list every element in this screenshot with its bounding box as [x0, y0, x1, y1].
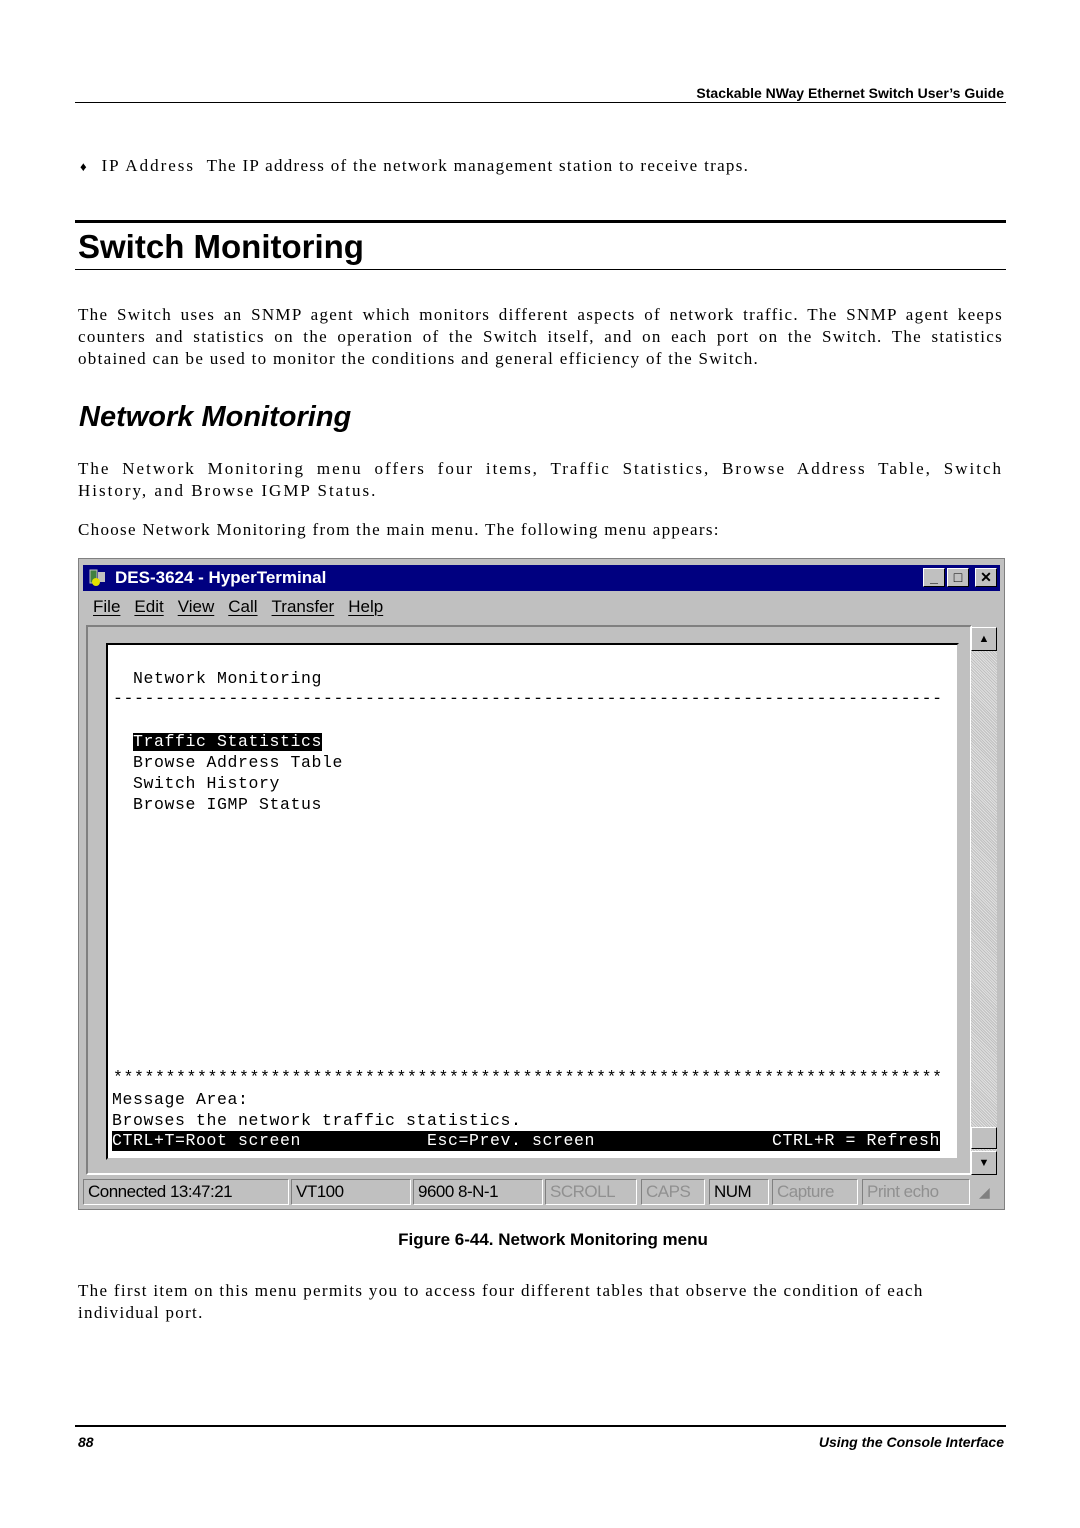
- menu-transfer[interactable]: Transfer: [272, 597, 335, 616]
- minimize-button[interactable]: _: [923, 568, 945, 587]
- status-print-echo: Print echo: [862, 1179, 970, 1205]
- maximize-button[interactable]: □: [947, 568, 969, 587]
- status-connected: Connected 13:47:21: [83, 1179, 289, 1205]
- window-title: DES-3624 - HyperTerminal: [115, 568, 327, 587]
- footer-title: Using the Console Interface: [818, 1434, 1004, 1450]
- closing-paragraph: The first item on this menu permits you …: [78, 1281, 924, 1322]
- terminal-heading: Network Monitoring: [133, 669, 323, 688]
- root-screen-hint: CTRL+T=Root screen: [112, 1131, 302, 1150]
- document-page: Stackable NWay Ethernet Switch User’s Gu…: [0, 0, 1080, 1528]
- terminal-frame: Network Monitoring ---------------------…: [86, 625, 972, 1175]
- footer-rule: [75, 1425, 1006, 1427]
- menu-item-traffic-statistics[interactable]: Traffic Statistics: [133, 733, 323, 751]
- menu-item-browse-igmp-status[interactable]: Browse IGMP Status: [133, 796, 322, 814]
- status-scroll: SCROLL: [545, 1179, 637, 1205]
- terminal-screen[interactable]: Network Monitoring ---------------------…: [106, 643, 959, 1160]
- hyperterminal-window: DES-3624 - HyperTerminal _ □ ✕ File Edit V…: [78, 558, 1005, 1210]
- subsection-paragraph-2: Choose Network Monitoring from the main …: [78, 520, 720, 539]
- menu-help[interactable]: Help: [348, 597, 383, 616]
- subsection-paragraph-1: The Network Monitoring menu offers four …: [78, 459, 1003, 500]
- menu-view[interactable]: View: [178, 597, 215, 616]
- message-text: Browses the network traffic statistics.: [112, 1111, 522, 1130]
- diamond-bullet-icon: ♦: [80, 159, 88, 174]
- scroll-up-arrow-icon[interactable]: ▲: [971, 627, 997, 651]
- subsection-title: Network Monitoring: [79, 401, 352, 433]
- menu-bar: File Edit View Call Transfer Help: [93, 597, 397, 617]
- section-title: Switch Monitoring: [78, 228, 364, 265]
- menu-edit[interactable]: Edit: [134, 597, 163, 616]
- bullet-term: IP Address: [101, 156, 196, 175]
- terminal-dashes: ----------------------------------------…: [113, 689, 943, 708]
- running-header: Stackable NWay Ethernet Switch User’s Gu…: [696, 85, 1004, 101]
- section-rule: [75, 220, 1006, 223]
- resize-grip-icon[interactable]: ◢: [979, 1185, 990, 1202]
- scroll-down-arrow-icon[interactable]: ▼: [971, 1151, 997, 1175]
- menu-item-switch-history[interactable]: Switch History: [133, 775, 280, 793]
- hyperterminal-app-icon: [88, 568, 108, 587]
- menu-call[interactable]: Call: [228, 597, 257, 616]
- message-area-label: Message Area:: [112, 1090, 249, 1109]
- status-capture: Capture: [772, 1179, 858, 1205]
- terminal-stars: ****************************************…: [113, 1068, 943, 1087]
- page-number: 88: [78, 1434, 94, 1450]
- section-title-rule: [75, 269, 1006, 270]
- bullet-text: The IP address of the network management…: [206, 156, 750, 175]
- menu-file[interactable]: File: [93, 597, 120, 616]
- status-num: NUM: [709, 1179, 769, 1205]
- terminal-footer-bar: CTRL+T=Root screen Esc=Prev. screen CTRL…: [112, 1131, 940, 1151]
- close-button[interactable]: ✕: [975, 568, 997, 587]
- status-caps: CAPS: [641, 1179, 705, 1205]
- figure-caption: Figure 6-44. Network Monitoring menu: [398, 1230, 708, 1249]
- refresh-hint: CTRL+R = Refresh: [771, 1131, 940, 1150]
- prev-screen-hint: Esc=Prev. screen: [427, 1131, 596, 1150]
- header-rule: [75, 102, 1006, 103]
- menu-item-browse-address-table[interactable]: Browse Address Table: [133, 754, 343, 772]
- bullet-item: ♦ IP Address The IP address of the netwo…: [80, 155, 749, 178]
- vertical-scrollbar[interactable]: ▲ ▼: [971, 627, 997, 1175]
- status-port-settings: 9600 8-N-1: [413, 1179, 543, 1205]
- scroll-thumb[interactable]: [971, 1127, 997, 1149]
- status-emulation: VT100: [291, 1179, 411, 1205]
- section-paragraph: The Switch uses an SNMP agent which moni…: [78, 305, 1003, 368]
- title-bar: DES-3624 - HyperTerminal _ □ ✕: [83, 565, 1000, 591]
